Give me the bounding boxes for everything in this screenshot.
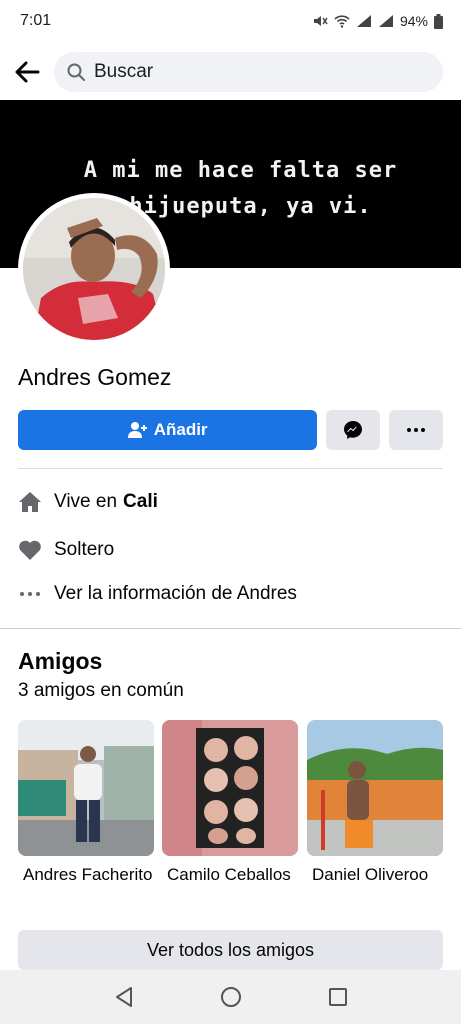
nav-back-icon: [115, 987, 132, 1007]
nav-recents-icon: [328, 988, 347, 1006]
status-icons: 94%: [312, 13, 443, 29]
battery-icon: [434, 13, 443, 29]
system-nav-bar: [0, 970, 461, 1024]
see-info-label: Ver la información de Andres: [54, 583, 297, 604]
see-info-link[interactable]: Ver la información de Andres: [18, 578, 297, 610]
friend-name: Daniel Oliveroo: [312, 865, 429, 884]
status-bar: 7:01 94%: [0, 0, 461, 42]
heart-icon: [18, 538, 42, 562]
lives-prefix: Vive en: [54, 491, 118, 512]
search-header: Buscar: [0, 48, 461, 96]
cover-text-line1: A mi me hace falta ser: [83, 158, 398, 183]
messenger-icon: [344, 421, 363, 439]
profile-name: Andres Gomez: [18, 364, 172, 390]
back-arrow-icon: [15, 61, 40, 83]
search-placeholder: Buscar: [94, 61, 154, 82]
signal-icon-2: [378, 15, 393, 27]
friend-photo: [18, 720, 154, 856]
friends-title: Amigos: [18, 648, 103, 674]
friend-photo: [162, 720, 298, 856]
friend-card[interactable]: Camilo Ceballos: [162, 720, 298, 886]
nav-recents-button[interactable]: [318, 977, 358, 1017]
divider: [18, 468, 443, 469]
nav-home-icon: [220, 987, 241, 1007]
friend-card[interactable]: Daniel Oliveroo: [307, 720, 443, 886]
friend-name: Camilo Ceballos: [167, 865, 291, 884]
back-button[interactable]: [0, 48, 54, 96]
home-icon: [18, 490, 42, 514]
mutual-friends-count: 3 amigos en común: [18, 680, 184, 701]
wifi-icon: [334, 15, 350, 28]
friend-card[interactable]: Andres Facherito: [18, 720, 154, 886]
battery-percent: 94%: [399, 13, 428, 29]
dots-icon: [18, 582, 42, 606]
profile-actions: Añadir: [18, 410, 444, 450]
friend-photo: [307, 720, 443, 856]
nav-home-button[interactable]: [211, 977, 251, 1017]
message-button[interactable]: [326, 410, 381, 450]
info-relationship: Soltero: [18, 534, 114, 566]
friend-name: Andres Facherito: [23, 865, 153, 884]
avatar-photo: [23, 198, 165, 340]
info-lives-in: Vive en Cali: [18, 486, 158, 518]
mute-icon: [313, 16, 328, 26]
add-friend-icon: [127, 422, 147, 438]
search-icon: [67, 63, 85, 81]
more-options-button[interactable]: [389, 410, 444, 450]
add-friend-label: Añadir: [153, 420, 208, 439]
relationship-status: Soltero: [54, 539, 115, 560]
search-input[interactable]: Buscar: [54, 52, 443, 92]
signal-icon: [356, 15, 371, 27]
section-separator: [0, 628, 461, 629]
nav-back-button[interactable]: [104, 977, 144, 1017]
profile-avatar[interactable]: [18, 193, 170, 345]
status-time: 7:01: [20, 12, 52, 29]
see-all-friends-button[interactable]: Ver todos los amigos: [18, 930, 443, 970]
add-friend-button[interactable]: Añadir: [18, 410, 318, 450]
more-icon: [407, 428, 426, 432]
lives-city[interactable]: Cali: [123, 491, 158, 513]
